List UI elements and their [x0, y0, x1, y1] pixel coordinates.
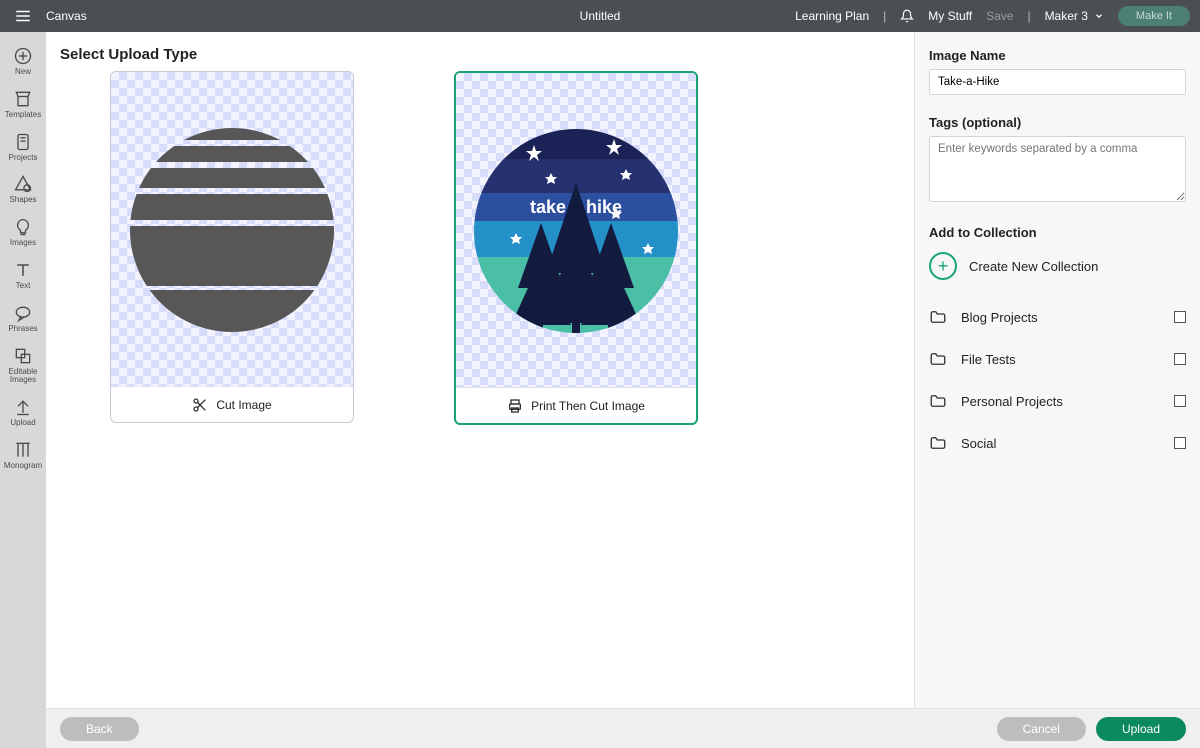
upload-button[interactable]: Upload	[1096, 717, 1186, 741]
collection-row[interactable]: File Tests	[929, 338, 1186, 380]
rail-shapes[interactable]: Shapes	[0, 168, 46, 211]
bell-icon[interactable]	[900, 9, 914, 23]
rail-editable-images[interactable]: Editable Images	[0, 340, 46, 392]
rail-upload[interactable]: Upload	[0, 391, 46, 434]
collection-name: Blog Projects	[961, 310, 1160, 325]
left-rail: New Templates Projects Shapes Images Tex…	[0, 32, 46, 748]
collection-name: File Tests	[961, 352, 1160, 367]
printer-icon	[507, 398, 523, 414]
rail-projects[interactable]: Projects	[0, 126, 46, 169]
cut-image-label: Cut Image	[216, 398, 271, 412]
cancel-button[interactable]: Cancel	[997, 717, 1086, 741]
add-collection-label: Add to Collection	[929, 225, 1186, 240]
right-panel: Image Name Tags (optional) Add to Collec…	[914, 32, 1200, 708]
chevron-down-icon	[1094, 11, 1104, 21]
tags-label: Tags (optional)	[929, 115, 1186, 130]
save-link[interactable]: Save	[986, 9, 1013, 23]
rail-label: Projects	[9, 154, 38, 163]
collection-name: Personal Projects	[961, 394, 1160, 409]
top-bar: Canvas Untitled Learning Plan | My Stuff…	[0, 0, 1200, 32]
create-new-collection[interactable]: + Create New Collection	[929, 252, 1186, 280]
machine-selector[interactable]: Maker 3	[1045, 9, 1104, 23]
separator: |	[1027, 9, 1030, 23]
rail-templates[interactable]: Templates	[0, 83, 46, 126]
rail-label: Phrases	[8, 325, 37, 334]
collection-checkbox[interactable]	[1174, 353, 1186, 365]
collection-checkbox[interactable]	[1174, 395, 1186, 407]
collection-row[interactable]: Social	[929, 422, 1186, 464]
rail-new[interactable]: New	[0, 40, 46, 83]
collection-row[interactable]: Blog Projects	[929, 296, 1186, 338]
canvas-label[interactable]: Canvas	[46, 9, 87, 23]
scissors-icon	[192, 397, 208, 413]
image-name-input[interactable]	[929, 69, 1186, 95]
rail-phrases[interactable]: Phrases	[0, 297, 46, 340]
image-name-label: Image Name	[929, 48, 1186, 63]
print-then-cut-label: Print Then Cut Image	[531, 399, 645, 413]
page-heading: Select Upload Type	[46, 32, 914, 71]
footer-bar: Back Cancel Upload	[46, 708, 1200, 748]
folder-icon	[929, 434, 947, 452]
collection-checkbox[interactable]	[1174, 437, 1186, 449]
make-it-button[interactable]: Make It	[1118, 6, 1190, 26]
rail-label: Shapes	[9, 196, 36, 205]
rail-text[interactable]: Text	[0, 254, 46, 297]
my-stuff-link[interactable]: My Stuff	[928, 9, 972, 23]
rail-images[interactable]: Images	[0, 211, 46, 254]
rail-monogram[interactable]: Monogram	[0, 434, 46, 477]
cut-image-preview	[111, 72, 353, 386]
collection-name: Social	[961, 436, 1160, 451]
plus-circle-icon: +	[929, 252, 957, 280]
rail-label: Editable Images	[9, 368, 38, 386]
learning-plan-link[interactable]: Learning Plan	[795, 9, 869, 23]
folder-icon	[929, 350, 947, 368]
rail-label: Monogram	[4, 462, 42, 471]
machine-name: Maker 3	[1045, 9, 1088, 23]
cut-image-card[interactable]: Cut Image	[110, 71, 354, 423]
rail-label: Images	[10, 239, 36, 248]
separator: |	[883, 9, 886, 23]
main-area: Select Upload Type	[46, 32, 914, 708]
rail-label: Text	[16, 282, 31, 291]
collection-row[interactable]: Personal Projects	[929, 380, 1186, 422]
print-then-cut-preview: take a hike	[456, 73, 696, 387]
back-button[interactable]: Back	[60, 717, 139, 741]
folder-icon	[929, 392, 947, 410]
rail-label: Upload	[10, 419, 35, 428]
rail-label: New	[15, 68, 31, 77]
menu-icon[interactable]	[0, 7, 46, 25]
create-new-label: Create New Collection	[969, 259, 1098, 274]
tags-input[interactable]	[929, 136, 1186, 202]
collection-checkbox[interactable]	[1174, 311, 1186, 323]
print-then-cut-card[interactable]: take a hike	[454, 71, 698, 425]
folder-icon	[929, 308, 947, 326]
rail-label: Templates	[5, 111, 41, 120]
